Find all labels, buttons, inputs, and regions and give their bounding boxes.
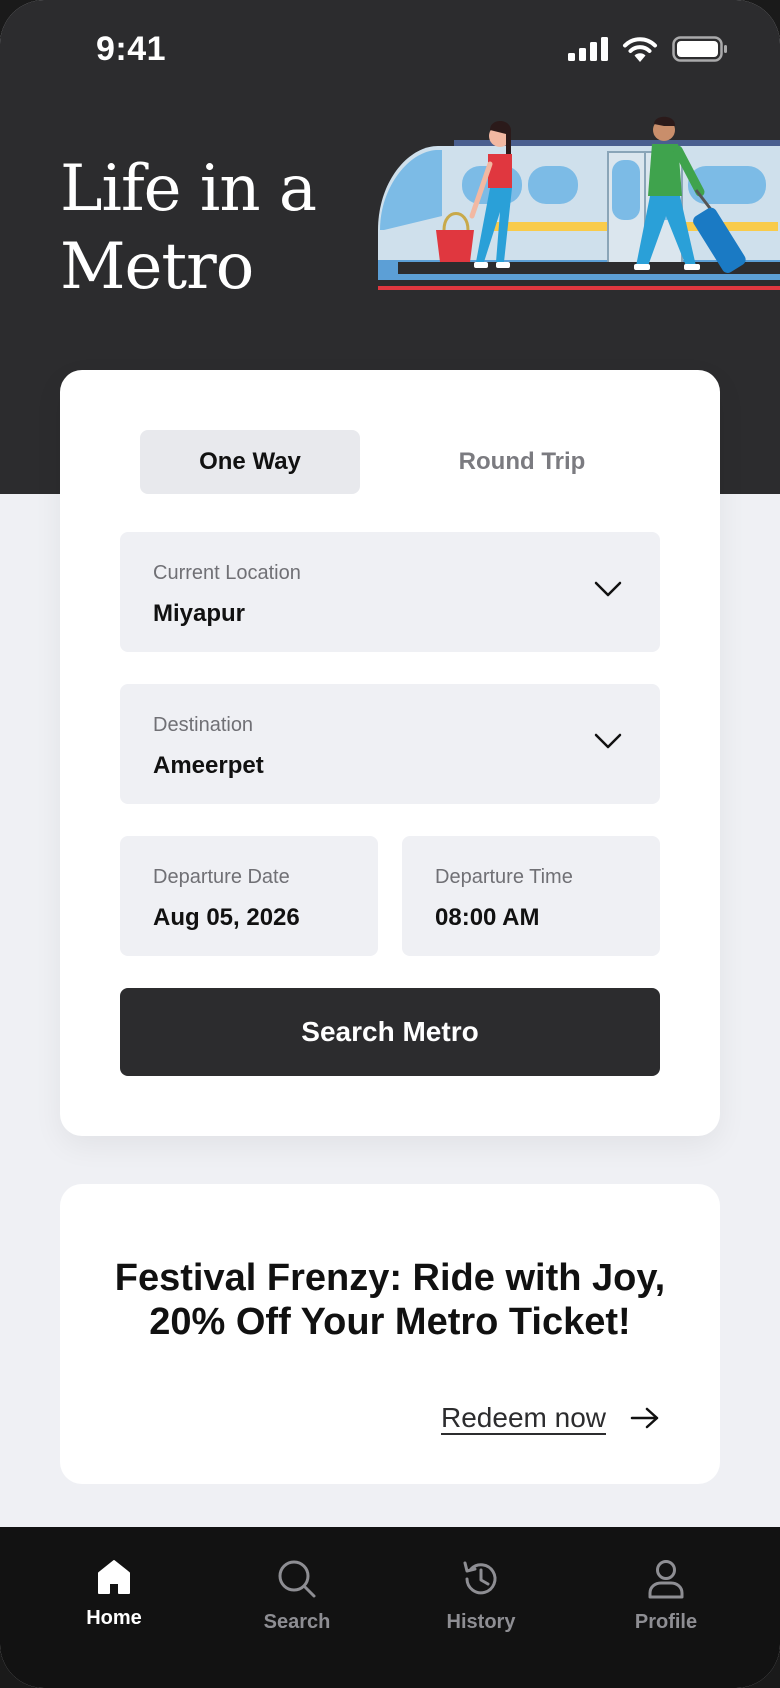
profile-icon: [648, 1560, 684, 1599]
nav-label-search: Search: [263, 1611, 331, 1633]
title-line-1: Life in a: [60, 152, 317, 226]
status-icons: [568, 36, 728, 62]
arrow-right-icon: [630, 1407, 659, 1429]
nav-item-search[interactable]: Search: [227, 1559, 367, 1649]
departure-date-field[interactable]: Departure Date Aug 05, 2026: [120, 836, 378, 956]
search-metro-button[interactable]: Search Metro: [120, 988, 660, 1076]
destination-value: Ameerpet: [153, 752, 264, 779]
current-location-label: Current Location: [153, 562, 301, 584]
departure-time-value: 08:00 AM: [435, 904, 540, 931]
cellular-signal-icon: [568, 37, 608, 61]
current-location-value: Miyapur: [153, 600, 246, 627]
nav-item-history[interactable]: History: [411, 1559, 551, 1649]
nav-label-history: History: [446, 1611, 516, 1633]
battery-icon: [672, 36, 727, 62]
wifi-icon: [623, 37, 657, 62]
nav-item-profile[interactable]: Profile: [596, 1559, 736, 1649]
nav-item-home[interactable]: Home: [44, 1559, 184, 1649]
title-line-2: Metro: [60, 230, 254, 304]
tab-round-trip[interactable]: Round Trip: [412, 430, 632, 494]
departure-time-field[interactable]: Departure Time 08:00 AM: [402, 836, 660, 956]
chevron-down-icon: [594, 581, 622, 597]
booking-card: One Way Round Trip Current Location Miya…: [60, 370, 720, 1136]
page-title: Life in a Metro: [60, 150, 317, 306]
home-icon: [98, 1560, 130, 1594]
promo-line-1: Festival Frenzy: Ride with Joy,: [114, 1257, 666, 1299]
trip-type-tabs: One Way Round Trip: [140, 430, 640, 494]
chevron-down-icon: [594, 733, 622, 749]
history-icon: [463, 1561, 497, 1595]
departure-time-label: Departure Time: [435, 866, 573, 888]
departure-date-value: Aug 05, 2026: [153, 904, 300, 931]
departure-date-label: Departure Date: [153, 866, 290, 888]
redeem-now-link[interactable]: Redeem now: [441, 1402, 660, 1434]
status-time: 9:41: [96, 30, 167, 68]
nav-label-profile: Profile: [634, 1611, 698, 1633]
search-icon: [278, 1560, 316, 1598]
bottom-nav: Home Search History Profile: [0, 1527, 780, 1688]
tab-one-way[interactable]: One Way: [140, 430, 360, 494]
current-location-select[interactable]: Current Location Miyapur: [120, 532, 660, 652]
promo-headline: Festival Frenzy: Ride with Joy, 20% Off …: [90, 1256, 690, 1344]
promo-line-2: 20% Off Your Metro Ticket!: [149, 1301, 631, 1343]
destination-select[interactable]: Destination Ameerpet: [120, 684, 660, 804]
redeem-now-label: Redeem now: [441, 1402, 606, 1433]
metro-illustration: [378, 116, 780, 290]
app-screen: 9:41 Life in a Metro One Way Round Trip …: [0, 0, 780, 1688]
promo-card: Festival Frenzy: Ride with Joy, 20% Off …: [60, 1184, 720, 1484]
nav-label-home: Home: [86, 1607, 142, 1629]
destination-label: Destination: [153, 714, 254, 736]
